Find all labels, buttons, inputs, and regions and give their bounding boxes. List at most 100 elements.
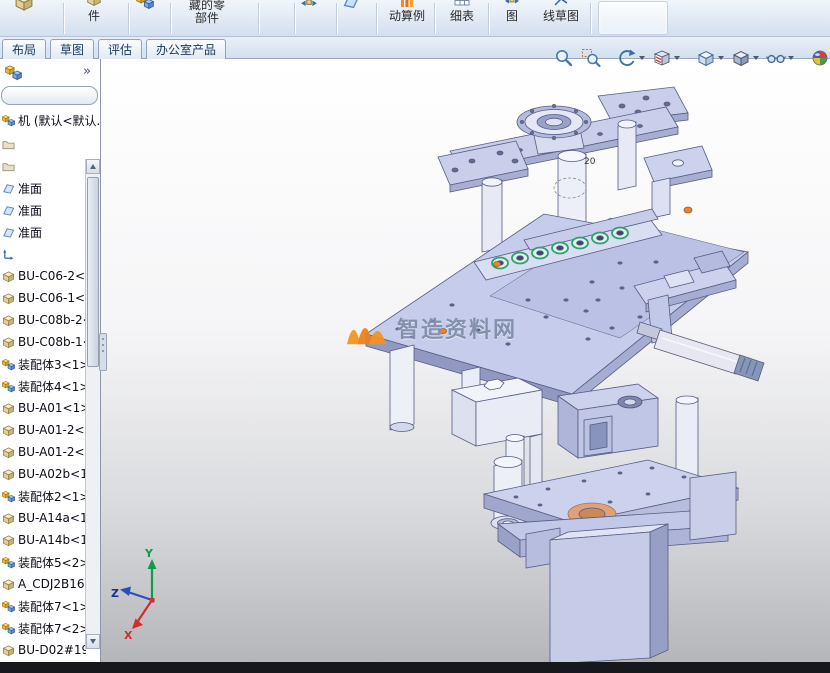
dropdown-arrow-icon[interactable]: [788, 56, 794, 60]
ribbon-button-label: 细表: [450, 10, 474, 23]
dropdown-arrow-icon[interactable]: [639, 56, 645, 60]
ribbon-button-label: 线草图: [543, 10, 579, 23]
tree-item-label: BU-C08b-1<: [18, 335, 86, 349]
tree-item[interactable]: BU-C06-1<1: [0, 287, 86, 309]
dropdown-arrow-icon[interactable]: [753, 56, 759, 60]
tree-item[interactable]: BU-A02b<1: [0, 463, 86, 485]
hide-show-items-button[interactable]: [764, 46, 796, 70]
exploded-view-icon: [504, 0, 520, 7]
assembly-document-icon: [5, 64, 22, 81]
ribbon-separator: [488, 3, 489, 34]
tab-label: 草图: [60, 41, 84, 58]
graphics-viewport[interactable]: 20 Y Z X: [101, 59, 830, 662]
tree-item[interactable]: A_CDJ2B16-: [0, 573, 86, 595]
ribbon-separator: [258, 3, 259, 34]
tree-item[interactable]: BU-C08b-2<: [0, 309, 86, 331]
zoom-area-button[interactable]: [579, 46, 603, 70]
feature-tree: 准面 准面 准面 BU-C06-2<1 BU-C06-1<1 BU-C08b-2…: [0, 133, 86, 662]
tree-item[interactable]: [0, 155, 86, 177]
bom-table-button[interactable]: 细表: [438, 0, 486, 37]
ribbon-icon-stub[interactable]: [136, 0, 154, 10]
assembly-icon: [2, 622, 15, 635]
tree-item[interactable]: BU-C08b-1<: [0, 331, 86, 353]
tab-layout[interactable]: 布局: [2, 39, 46, 59]
tab-label: 评估: [108, 41, 132, 58]
tab-office-products[interactable]: 办公室产品: [146, 39, 226, 59]
ribbon-icon-stub[interactable]: [300, 0, 318, 10]
cad-model: 20 Y Z X: [101, 59, 830, 662]
motion-study-button[interactable]: 动算例: [382, 0, 432, 37]
ribbon-icon-stub[interactable]: [342, 0, 360, 10]
insert-component-icon: [86, 0, 102, 7]
triad-z-label: Z: [111, 587, 119, 600]
solidworks-window: 件 藏的零部件 动算例 细表 图 线草图: [0, 0, 830, 673]
part-icon: [2, 402, 15, 415]
display-style-button[interactable]: [729, 46, 761, 70]
tree-item-label: BU-C06-2<1: [18, 269, 86, 283]
assembly-icon: [2, 556, 15, 569]
tree-item[interactable]: 装配体5<2>: [0, 551, 86, 573]
tree-item[interactable]: 装配体2<1>: [0, 485, 86, 507]
scroll-up-button[interactable]: [86, 159, 100, 174]
triad-x-label: X: [124, 629, 133, 642]
ribbon-icon-stub[interactable]: [14, 0, 34, 12]
tree-scrollbar[interactable]: [85, 159, 100, 649]
scroll-thumb[interactable]: [87, 177, 99, 367]
tab-sketch[interactable]: 草图: [50, 39, 94, 59]
tab-label: 布局: [12, 41, 36, 58]
ribbon-active-button[interactable]: [598, 1, 668, 35]
ribbon-separator: [336, 3, 337, 34]
zoom-fit-button[interactable]: [552, 46, 576, 70]
tree-item[interactable]: [0, 243, 86, 265]
dropdown-arrow-icon[interactable]: [718, 56, 724, 60]
ribbon-separator: [376, 3, 377, 34]
tree-item[interactable]: BU-C06-2<1: [0, 265, 86, 287]
section-view-button[interactable]: [650, 46, 682, 70]
zoom-fit-icon: [554, 48, 574, 68]
tree-item[interactable]: 装配体3<1>: [0, 353, 86, 375]
tree-item[interactable]: 装配体4<1>: [0, 375, 86, 397]
collapse-chevron[interactable]: »: [83, 64, 91, 79]
tree-item-label: 准面: [18, 202, 42, 219]
tree-item[interactable]: 准面: [0, 177, 86, 199]
assembly-icon: [2, 490, 15, 503]
watermark-text: 智造资料网: [397, 312, 517, 344]
ribbon-separator: [170, 3, 171, 34]
tree-item[interactable]: BU-A01-2<1: [0, 419, 86, 441]
insert-component-button[interactable]: 件: [68, 0, 120, 37]
triad-y-label: Y: [144, 547, 154, 560]
tree-item[interactable]: BU-A01<1>: [0, 397, 86, 419]
tree-item[interactable]: BU-A14b<1: [0, 529, 86, 551]
tree-item[interactable]: [0, 133, 86, 155]
exploded-view-button[interactable]: 图: [492, 0, 532, 37]
part-icon: [2, 314, 15, 327]
dropdown-arrow-icon[interactable]: [674, 56, 680, 60]
view-orientation-icon: [696, 48, 716, 68]
tree-item[interactable]: BU-A01-2<2: [0, 441, 86, 463]
previous-view-icon: [617, 48, 637, 68]
scroll-down-button[interactable]: [86, 634, 100, 649]
panel-splitter-handle[interactable]: [99, 333, 107, 371]
tab-label: 办公室产品: [156, 41, 216, 58]
tree-item[interactable]: 准面: [0, 199, 86, 221]
motion-study-icon: [399, 0, 415, 7]
tree-item-label: 装配体3<1>: [18, 356, 86, 373]
previous-view-button[interactable]: [615, 46, 647, 70]
tree-item[interactable]: 装配体7<1>: [0, 595, 86, 617]
tree-item[interactable]: 装配体7<2>: [0, 617, 86, 639]
tree-item-label: 准面: [18, 180, 42, 197]
explode-line-sketch-button[interactable]: 线草图: [534, 0, 588, 37]
tree-item[interactable]: BU-D02#19: [0, 639, 86, 661]
plane-icon: [2, 226, 15, 239]
part-icon: [2, 578, 15, 591]
show-hidden-components-button[interactable]: 藏的零部件: [178, 0, 236, 37]
appearance-button[interactable]: [808, 46, 830, 70]
feature-tree-top-bar[interactable]: [1, 86, 98, 105]
part-icon: [2, 512, 15, 525]
tree-item-label: BU-D02#19: [18, 643, 86, 657]
tree-root-item[interactable]: 机 (默认<默认...: [0, 109, 86, 131]
tab-evaluate[interactable]: 评估: [98, 39, 142, 59]
view-orientation-button[interactable]: [694, 46, 726, 70]
tree-item[interactable]: BU-A14a<1: [0, 507, 86, 529]
tree-item[interactable]: 准面: [0, 221, 86, 243]
